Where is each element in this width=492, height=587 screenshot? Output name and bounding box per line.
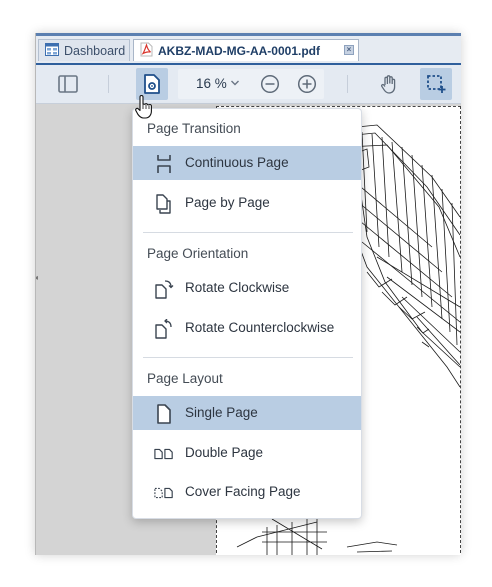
tab-bar: Dashboard AKBZ-MAD-MG-AA-0001.pdf ×	[36, 36, 461, 65]
page-display-menu: Page Transition Continuous Page Page by …	[132, 108, 362, 519]
toolbar-separator	[108, 75, 109, 93]
menu-item-rotate-clockwise[interactable]: Rotate Clockwise	[133, 271, 361, 305]
tab-dashboard-label: Dashboard	[64, 43, 126, 58]
select-area-icon	[427, 75, 446, 93]
menu-item-continuous-page[interactable]: Continuous Page	[133, 146, 361, 180]
rotate-counterclockwise-icon	[155, 319, 172, 339]
menu-item-label: Rotate Clockwise	[185, 280, 290, 295]
menu-item-page-by-page[interactable]: Page by Page	[133, 186, 361, 220]
page-by-page-icon	[156, 194, 171, 214]
menu-item-label: Continuous Page	[185, 155, 289, 170]
zoom-out-icon	[260, 74, 280, 94]
area-select-button[interactable]	[420, 68, 452, 100]
zoom-control: 16 %	[178, 69, 324, 99]
menu-item-single-page[interactable]: Single Page	[133, 396, 361, 430]
tab-pdf-document[interactable]: AKBZ-MAD-MG-AA-0001.pdf ×	[133, 39, 359, 61]
cover-facing-page-icon	[154, 487, 173, 499]
continuous-page-icon	[157, 155, 171, 173]
panel-collapse-arrow-icon[interactable]: ◂	[36, 273, 38, 282]
single-page-icon	[157, 404, 171, 424]
menu-item-label: Single Page	[185, 405, 258, 420]
menu-item-label: Double Page	[185, 445, 264, 460]
toolbar-separator	[347, 75, 348, 93]
close-tab-icon[interactable]: ×	[344, 45, 354, 55]
section-title-page-layout: Page Layout	[147, 371, 223, 386]
tab-dashboard[interactable]: Dashboard	[38, 39, 130, 61]
double-page-icon	[154, 448, 173, 460]
hand-icon	[381, 75, 396, 94]
sidebar-toggle-button[interactable]	[52, 68, 84, 100]
menu-item-cover-facing-page[interactable]: Cover Facing Page	[133, 475, 361, 509]
tab-pdf-label: AKBZ-MAD-MG-AA-0001.pdf	[158, 43, 320, 58]
pan-tool-button[interactable]	[373, 68, 405, 100]
section-title-page-transition: Page Transition	[147, 121, 241, 136]
pdf-file-icon	[140, 42, 153, 60]
menu-item-rotate-counterclockwise[interactable]: Rotate Counterclockwise	[133, 311, 361, 345]
menu-divider	[143, 357, 353, 358]
zoom-level-dropdown[interactable]: 16 %	[196, 76, 227, 91]
toolbar: 16 %	[36, 65, 461, 104]
section-title-page-orientation: Page Orientation	[147, 246, 249, 261]
sidebar-panel-icon	[58, 75, 78, 93]
menu-item-label: Rotate Counterclockwise	[185, 320, 335, 335]
menu-item-double-page[interactable]: Double Page	[133, 436, 361, 470]
chevron-down-icon[interactable]	[230, 76, 240, 90]
menu-item-label: Page by Page	[185, 195, 270, 210]
rotate-clockwise-icon	[155, 280, 174, 299]
menu-item-label: Cover Facing Page	[185, 484, 301, 499]
zoom-in-button[interactable]	[297, 74, 317, 99]
zoom-in-icon	[297, 74, 317, 94]
page-settings-icon	[144, 74, 160, 94]
hand-pointer-cursor-icon	[135, 95, 152, 119]
dashboard-grid-icon	[45, 42, 59, 59]
menu-divider	[143, 232, 353, 233]
zoom-out-button[interactable]	[260, 74, 280, 99]
